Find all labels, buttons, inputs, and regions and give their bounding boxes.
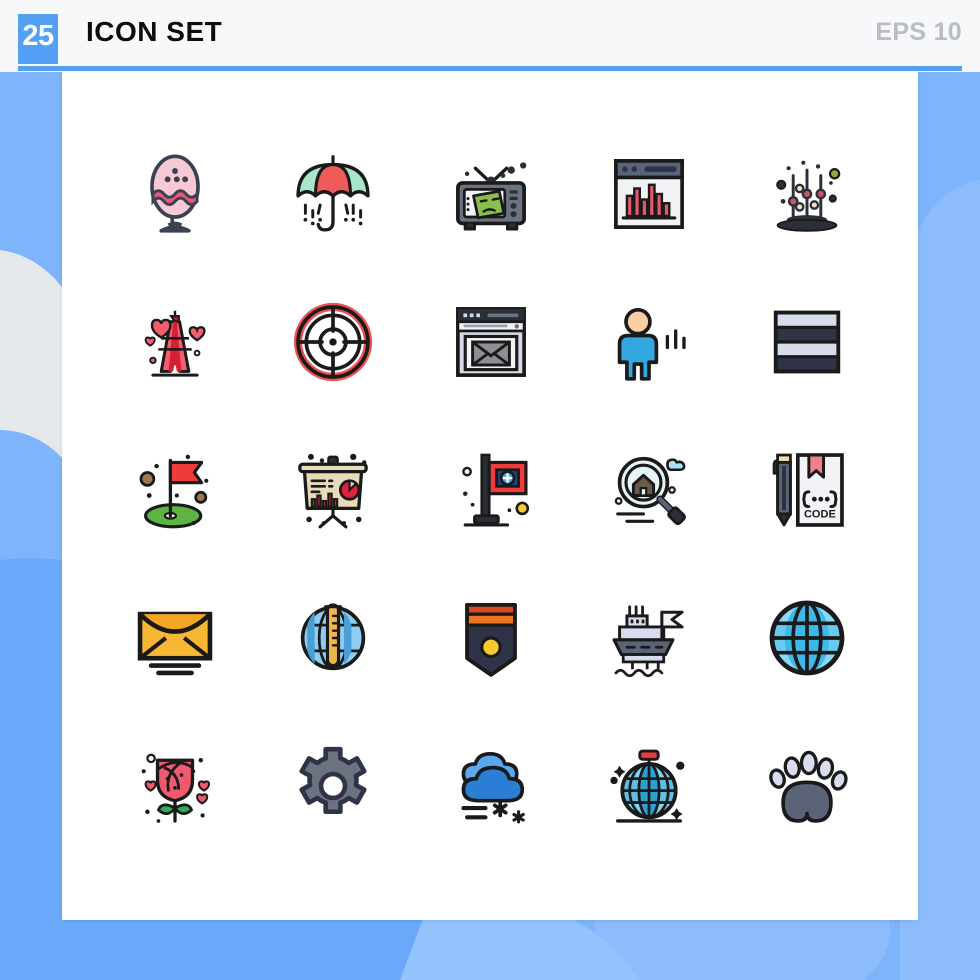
cruise-ship-icon bbox=[612, 605, 684, 678]
icon-cell-globe-grid[interactable] bbox=[728, 564, 886, 712]
fireworks-icon bbox=[776, 160, 841, 232]
paw-print-icon bbox=[769, 750, 848, 823]
globe-thermometer-icon bbox=[300, 603, 366, 671]
icon-cell-military-badge[interactable] bbox=[412, 564, 570, 712]
icon-cell-rose-flower[interactable] bbox=[96, 712, 254, 860]
icon-cell-medical-flag[interactable] bbox=[412, 416, 570, 564]
easter-egg-icon bbox=[150, 154, 200, 233]
stacked-rows-icon bbox=[773, 310, 841, 374]
umbrella-rain-icon bbox=[296, 155, 370, 232]
eiffel-tower-love-icon bbox=[144, 310, 206, 377]
icon-count-badge: 25 bbox=[18, 14, 58, 64]
disco-globe-icon bbox=[610, 749, 685, 823]
icon-cell-envelope-mail[interactable] bbox=[96, 564, 254, 712]
television-drama-icon bbox=[456, 162, 527, 231]
icon-cell-umbrella-rain[interactable] bbox=[254, 120, 412, 268]
icon-cell-house-search[interactable] bbox=[570, 416, 728, 564]
browser-bar-chart-icon bbox=[614, 159, 684, 229]
medical-flag-icon bbox=[462, 453, 530, 527]
icon-cell-cruise-ship[interactable] bbox=[570, 564, 728, 712]
icon-cell-person-standing[interactable] bbox=[570, 268, 728, 416]
icon-cell-browser-email[interactable] bbox=[412, 268, 570, 416]
gear-settings-icon bbox=[299, 746, 367, 815]
globe-grid-icon bbox=[769, 600, 845, 676]
icon-cell-browser-bar-chart[interactable] bbox=[570, 120, 728, 268]
eps-version-label: EPS 10 bbox=[875, 18, 962, 46]
icon-cell-target-crosshair[interactable] bbox=[254, 268, 412, 416]
header-inner: 25 ICON SET EPS 10 bbox=[18, 14, 962, 64]
code-book-label: CODE bbox=[804, 509, 836, 521]
icon-cell-eiffel-tower-love[interactable] bbox=[96, 268, 254, 416]
presentation-board-icon bbox=[298, 453, 368, 529]
page-title: ICON SET bbox=[86, 16, 223, 47]
icon-cell-cloud-snow[interactable] bbox=[412, 712, 570, 860]
rose-flower-icon bbox=[141, 753, 211, 823]
cloud-snow-icon bbox=[461, 751, 525, 824]
icon-cell-presentation-board[interactable] bbox=[254, 416, 412, 564]
icon-cell-disco-globe[interactable] bbox=[570, 712, 728, 860]
icon-cell-gear-settings[interactable] bbox=[254, 712, 412, 860]
icon-cell-television-drama[interactable] bbox=[412, 120, 570, 268]
icon-cell-paw-print[interactable] bbox=[728, 712, 886, 860]
house-search-icon bbox=[614, 456, 686, 526]
person-standing-icon bbox=[617, 307, 686, 381]
icon-cell-stacked-rows[interactable] bbox=[728, 268, 886, 416]
browser-email-icon bbox=[456, 307, 526, 377]
icon-cell-fireworks[interactable] bbox=[728, 120, 886, 268]
icon-cell-easter-egg[interactable] bbox=[96, 120, 254, 268]
code-book-icon: CODE bbox=[772, 453, 844, 527]
header-divider bbox=[18, 66, 962, 71]
envelope-mail-icon bbox=[137, 611, 213, 676]
military-badge-icon bbox=[465, 603, 517, 677]
icon-cell-code-book[interactable]: CODE bbox=[728, 416, 886, 564]
target-crosshair-icon bbox=[293, 302, 373, 382]
icon-cell-golf-flag[interactable] bbox=[96, 416, 254, 564]
golf-flag-icon bbox=[139, 454, 209, 529]
header-bar: 25 ICON SET EPS 10 bbox=[0, 0, 980, 72]
icon-grid: CODE bbox=[96, 120, 886, 860]
icon-cell-globe-thermometer[interactable] bbox=[254, 564, 412, 712]
